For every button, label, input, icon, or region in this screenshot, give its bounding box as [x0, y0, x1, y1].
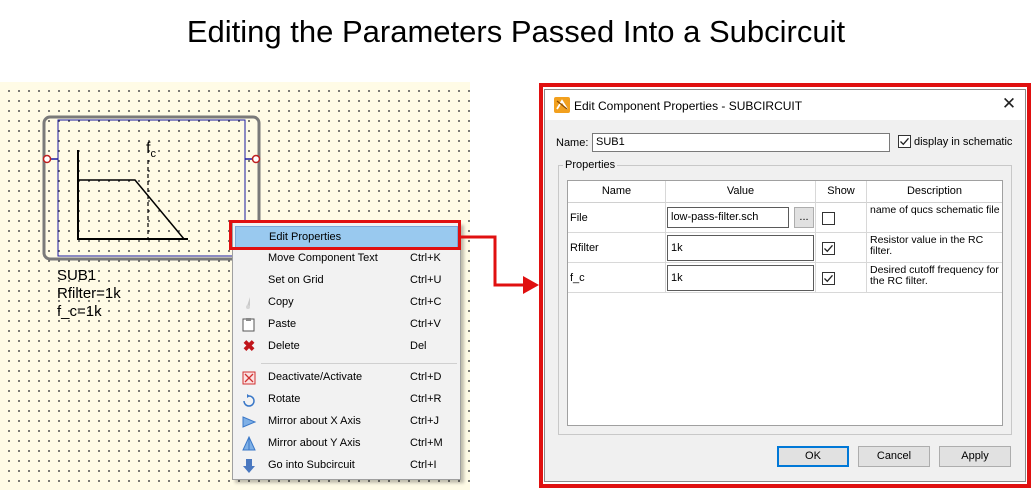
menu-item-mirror-x[interactable]: Mirror about X Axis Ctrl+J — [235, 411, 458, 433]
row-value-cell: 1k — [666, 263, 816, 293]
column-header-value[interactable]: Value — [666, 181, 816, 203]
mirror-x-icon — [241, 414, 257, 430]
fc-symbol-label: fc — [146, 140, 156, 161]
callout-arrow — [461, 235, 539, 294]
ok-button[interactable]: OK — [777, 446, 849, 467]
row-show-cell — [816, 263, 867, 293]
fc-value-input[interactable]: 1k — [667, 265, 814, 291]
column-header-name[interactable]: Name — [568, 181, 666, 203]
row-value-cell: low-pass-filter.sch ... — [666, 203, 816, 233]
context-menu: Edit Properties Move Component Text Ctrl… — [232, 222, 461, 480]
row-name: Rfilter — [568, 233, 666, 263]
show-checkbox[interactable] — [822, 242, 835, 255]
checkmark-icon — [824, 274, 833, 283]
delete-icon: ✖ — [242, 338, 256, 355]
table-row[interactable]: Rfilter 1k Resistor value in the RC filt… — [568, 233, 1002, 263]
app-icon — [554, 97, 570, 113]
display-in-schematic-checkbox[interactable] — [898, 135, 911, 148]
paste-icon — [241, 317, 257, 333]
copy-icon — [241, 295, 257, 311]
file-value-input[interactable]: low-pass-filter.sch — [667, 207, 789, 228]
menu-item-rotate[interactable]: Rotate Ctrl+R — [235, 389, 458, 411]
row-show-cell — [816, 233, 867, 263]
display-in-schematic-label: display in schematic — [914, 136, 1013, 148]
show-checkbox[interactable] — [822, 272, 835, 285]
rotate-icon — [241, 392, 257, 408]
edit-component-properties-dialog: Edit Component Properties - SUBCIRCUIT ✕… — [544, 89, 1026, 482]
table-row[interactable]: f_c 1k Desired cutoff frequency for the … — [568, 263, 1002, 293]
component-name-text[interactable]: SUB1 — [57, 267, 96, 285]
menu-item-paste[interactable]: Paste Ctrl+V — [235, 314, 458, 336]
browse-button[interactable]: ... — [794, 207, 814, 228]
name-label: Name: — [556, 137, 589, 149]
menu-item-move-component-text[interactable]: Move Component Text Ctrl+K — [235, 248, 458, 270]
checkmark-icon — [900, 137, 909, 146]
deactivate-icon — [241, 370, 257, 386]
menu-item-deactivate-activate[interactable]: Deactivate/Activate Ctrl+D — [235, 367, 458, 389]
row-show-cell — [816, 203, 867, 233]
column-header-show[interactable]: Show — [816, 181, 867, 203]
mirror-y-icon — [241, 435, 257, 452]
menu-item-set-on-grid[interactable]: Set on Grid Ctrl+U — [235, 270, 458, 292]
menu-item-mirror-y[interactable]: Mirror about Y Axis Ctrl+M — [235, 433, 458, 455]
properties-group-label: Properties — [563, 159, 618, 171]
column-header-description[interactable]: Description — [867, 181, 1002, 203]
edit-properties-callout-box — [229, 220, 461, 250]
row-name: File — [568, 203, 666, 233]
go-into-subcircuit-icon — [241, 458, 257, 474]
menu-item-copy[interactable]: Copy Ctrl+C — [235, 292, 458, 314]
show-checkbox[interactable] — [822, 212, 835, 225]
menu-item-go-into-subcircuit[interactable]: Go into Subcircuit Ctrl+I — [235, 455, 458, 477]
cancel-button[interactable]: Cancel — [858, 446, 930, 467]
dialog-titlebar[interactable]: Edit Component Properties - SUBCIRCUIT ✕ — [545, 90, 1025, 120]
row-value-cell: 1k — [666, 233, 816, 263]
row-description: name of qucs schematic file — [870, 204, 1000, 216]
row-name: f_c — [568, 263, 666, 293]
row-description: Desired cutoff frequency for the RC filt… — [870, 264, 999, 287]
component-param-fc[interactable]: f_c=1k — [57, 303, 102, 321]
table-row[interactable]: File low-pass-filter.sch ... name of quc… — [568, 203, 1002, 233]
rfilter-value-input[interactable]: 1k — [667, 235, 814, 261]
menu-separator — [261, 363, 457, 364]
close-icon[interactable]: ✕ — [1000, 95, 1018, 113]
menu-item-delete[interactable]: ✖ Delete Del — [235, 336, 458, 358]
component-param-rfilter[interactable]: Rfilter=1k — [57, 285, 121, 303]
dialog-title: Edit Component Properties - SUBCIRCUIT — [574, 99, 803, 113]
name-input[interactable]: SUB1 — [592, 133, 890, 152]
checkmark-icon — [824, 244, 833, 253]
properties-table: Name Value Show Description File low-pas… — [567, 180, 1003, 426]
row-description: Resistor value in the RC filter. — [870, 234, 984, 257]
page-title: Editing the Parameters Passed Into a Sub… — [186, 14, 846, 49]
apply-button[interactable]: Apply — [939, 446, 1011, 467]
